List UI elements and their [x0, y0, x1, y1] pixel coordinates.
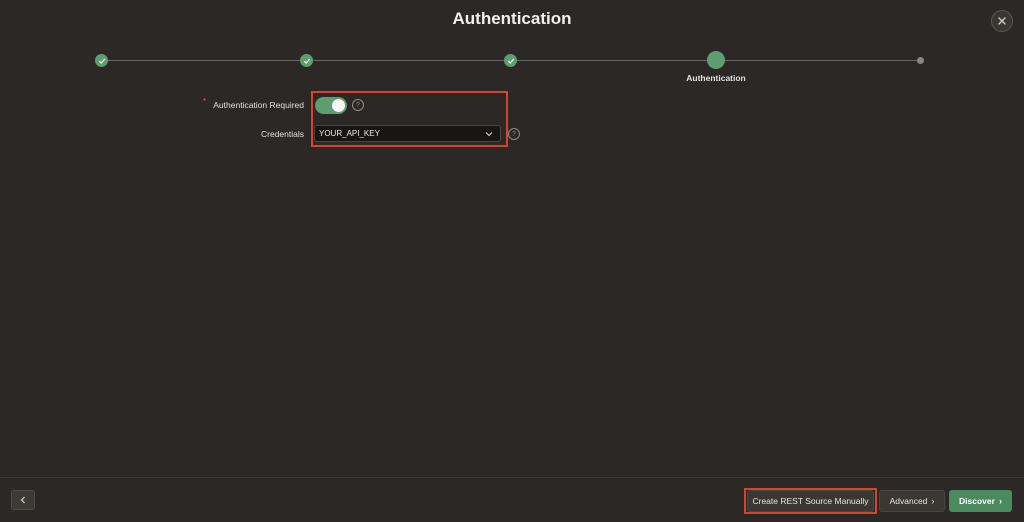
- discover-button[interactable]: Discover ›: [949, 490, 1012, 512]
- dialog-title: Authentication: [452, 9, 572, 28]
- authentication-dialog: Authentication Authentication * Authenti…: [0, 0, 1024, 522]
- close-icon: [998, 17, 1006, 25]
- check-icon: [507, 58, 514, 64]
- progress-step-future: [917, 57, 924, 64]
- create-manually-label: Create REST Source Manually: [752, 496, 869, 506]
- progress-step-1-complete: [95, 54, 108, 67]
- progress-step-label: Authentication: [686, 73, 746, 83]
- credentials-select[interactable]: YOUR_API_KEY: [314, 125, 501, 142]
- check-icon: [98, 58, 105, 64]
- chevron-left-icon: [20, 496, 25, 504]
- progress-step-2-complete: [300, 54, 313, 67]
- help-icon[interactable]: ?: [508, 128, 520, 140]
- discover-label: Discover: [959, 496, 995, 506]
- chevron-right-icon: ›: [998, 496, 1002, 506]
- previous-button[interactable]: [11, 490, 35, 510]
- progress-step-3-complete: [504, 54, 517, 67]
- advanced-label: Advanced: [889, 496, 928, 506]
- chevron-down-icon: [485, 132, 493, 137]
- credentials-value: YOUR_API_KEY: [319, 129, 380, 138]
- progress-step-current: [707, 51, 725, 69]
- close-button[interactable]: [991, 10, 1013, 32]
- advanced-button[interactable]: Advanced ›: [879, 490, 945, 512]
- toggle-knob: [332, 99, 345, 112]
- auth-required-label: Authentication Required: [213, 100, 304, 110]
- auth-required-toggle[interactable]: [315, 97, 347, 114]
- create-rest-source-manually-button[interactable]: Create REST Source Manually: [747, 490, 874, 512]
- help-icon[interactable]: ?: [352, 99, 364, 111]
- dialog-footer: Create REST Source Manually Advanced › D…: [0, 477, 1024, 522]
- chevron-right-icon: ›: [931, 496, 935, 506]
- credentials-label: Credentials: [261, 129, 304, 139]
- check-icon: [303, 58, 310, 64]
